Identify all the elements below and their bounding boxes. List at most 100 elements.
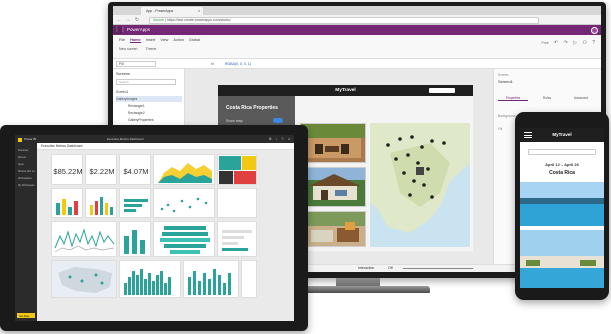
pbi-nav-item[interactable]: My Workspace [18,184,35,188]
tree-item[interactable]: Rectangle1 [116,103,182,109]
get-data-button[interactable]: Get Data [17,313,35,318]
font-label[interactable]: Font [542,41,549,45]
forward-arrow-icon[interactable]: → [125,17,131,23]
treemap-visual [219,156,256,184]
column-tile[interactable] [119,221,151,257]
ribbon-tab-file[interactable]: File [119,38,125,42]
tab-properties[interactable]: Properties [498,96,528,101]
small-bars-tile[interactable] [217,221,257,257]
map-toggle[interactable] [273,118,283,123]
help-icon[interactable]: ? [281,137,283,141]
patio-photo-image [301,124,365,162]
kpi-tile-3[interactable]: $4.07M [119,154,151,185]
phone-search-input[interactable] [528,149,596,155]
phone-app-title: MyTravel [552,132,572,137]
browser-tab-strip: App - PowerApps × [113,6,601,15]
app-search-box[interactable] [429,88,455,93]
ribbon: File Home Insert View Action Global New scree… [113,35,601,59]
tree-item[interactable]: GalleryImages [116,96,182,102]
kpi-value-1: $85.22M [53,167,83,176]
gallery-photo-room[interactable] [300,211,366,247]
feedback-icon[interactable]: ☺ [287,137,291,141]
house-photo-image [301,168,365,206]
histogram-tile[interactable] [119,260,181,298]
list-tile[interactable] [217,188,257,218]
teal-bars-tile[interactable] [183,260,239,298]
gallery-photo-patio[interactable] [300,123,366,163]
pbi-nav-item[interactable]: Workspaces [18,177,35,181]
dashboard-title: Executive Metrics Dashboard [41,144,83,148]
scatter-tile[interactable] [153,188,215,218]
avatar[interactable] [591,26,598,34]
kpi-tile-1[interactable]: $85.22M [51,154,83,185]
map-tile[interactable] [51,260,117,298]
tree-search-input[interactable]: Search [116,79,176,85]
line-chart-tile[interactable] [51,221,117,257]
funnel-visual [160,226,210,254]
app-checker-icon[interactable]: ⚇ [582,40,586,46]
pbi-nav-item[interactable]: Recent [18,156,35,160]
get-data-label: Get Data [19,315,30,318]
play-icon[interactable]: ▷ [573,40,577,46]
gallery-photo-house[interactable] [300,167,366,207]
zoom-slider[interactable] [403,268,473,269]
phone-villa-photo[interactable] [520,230,604,288]
ribbon-tab-action[interactable]: Action [173,38,184,42]
app-launcher-icon[interactable]: ⋮⋮ [114,26,126,34]
bar-tile-3[interactable] [119,188,151,218]
tree-item[interactable]: Screen1 [116,89,182,95]
ribbon-tabs: File Home Insert View Action Global [119,37,205,43]
line-chart-visual [54,228,115,253]
tree-item[interactable]: Rectangle2 [116,110,182,116]
ribbon-command-theme[interactable]: Theme [145,47,156,51]
property-dropdown[interactable]: Fill [116,61,156,67]
interaction-value[interactable]: Off [388,265,393,272]
download-icon[interactable]: ↓ [276,137,278,141]
costa-rica-map-image [370,123,470,247]
browser-tab[interactable]: App - PowerApps × [141,7,203,15]
treemap-tile[interactable] [217,154,257,185]
pbi-topbar-title: Executive Metrics Dashboard [107,137,144,141]
pbi-dashboard-bar: Executive Metrics Dashboard [37,143,294,150]
narrow-tile[interactable] [241,260,257,298]
fx-icon: fx [211,61,215,66]
tree-item[interactable]: GalleryProperties [116,117,182,123]
kpi-tile-2[interactable]: $2.22M [85,154,117,185]
tab-advanced[interactable]: Advanced [566,96,596,100]
tree-view-header: Screens [116,72,130,76]
selected-control-name[interactable]: Screen1 [498,79,513,84]
back-arrow-icon[interactable]: ← [116,17,122,23]
formula-bar: Fill fx RGBA(0, 0, 0, 1) [113,59,601,69]
us-map-visual [52,261,116,297]
help-icon[interactable]: ? [592,40,595,46]
ribbon-tab-global[interactable]: Global [189,38,200,42]
formula-input[interactable]: RGBA(0, 0, 0, 1) [225,60,251,68]
refresh-icon[interactable]: ↻ [134,17,140,23]
properties-section-label: Screen [498,73,509,77]
ribbon-tab-home[interactable]: Home [130,38,141,43]
funnel-tile[interactable] [153,221,215,257]
pbi-nav-item[interactable]: Favorites [18,149,35,153]
redo-icon[interactable]: ↷ [564,40,568,46]
ribbon-tab-view[interactable]: View [160,38,168,42]
bar-tile-1[interactable] [51,188,83,218]
phone-pool-photo[interactable] [520,182,604,226]
ribbon-tab-insert[interactable]: Insert [146,38,156,42]
address-bar[interactable]: Secure | https://test.create.powerapps.c… [149,16,539,24]
undo-icon[interactable]: ↶ [554,40,558,46]
pbi-nav-item[interactable]: Shared with me [18,170,35,174]
app-header-title: MyTravel [335,88,356,93]
pool-photo-image [520,182,604,226]
bar-tile-2[interactable] [85,188,117,218]
ribbon-command-new-screen[interactable]: New screen [119,47,137,51]
area-chart-tile[interactable] [153,154,215,185]
interaction-label: Interaction [358,266,375,270]
property-map[interactable] [370,123,470,247]
tab-rules[interactable]: Rules [532,96,562,100]
close-tab-icon[interactable]: × [198,7,200,15]
url-text: https://test.create.powerapps.com/studio… [166,17,231,22]
powerapps-header: ⋮⋮ PowerApps [113,25,601,35]
pbi-nav-item[interactable]: Apps [18,163,35,167]
settings-icon[interactable]: ⚙ [269,137,272,141]
bar-visual-1 [56,199,78,215]
